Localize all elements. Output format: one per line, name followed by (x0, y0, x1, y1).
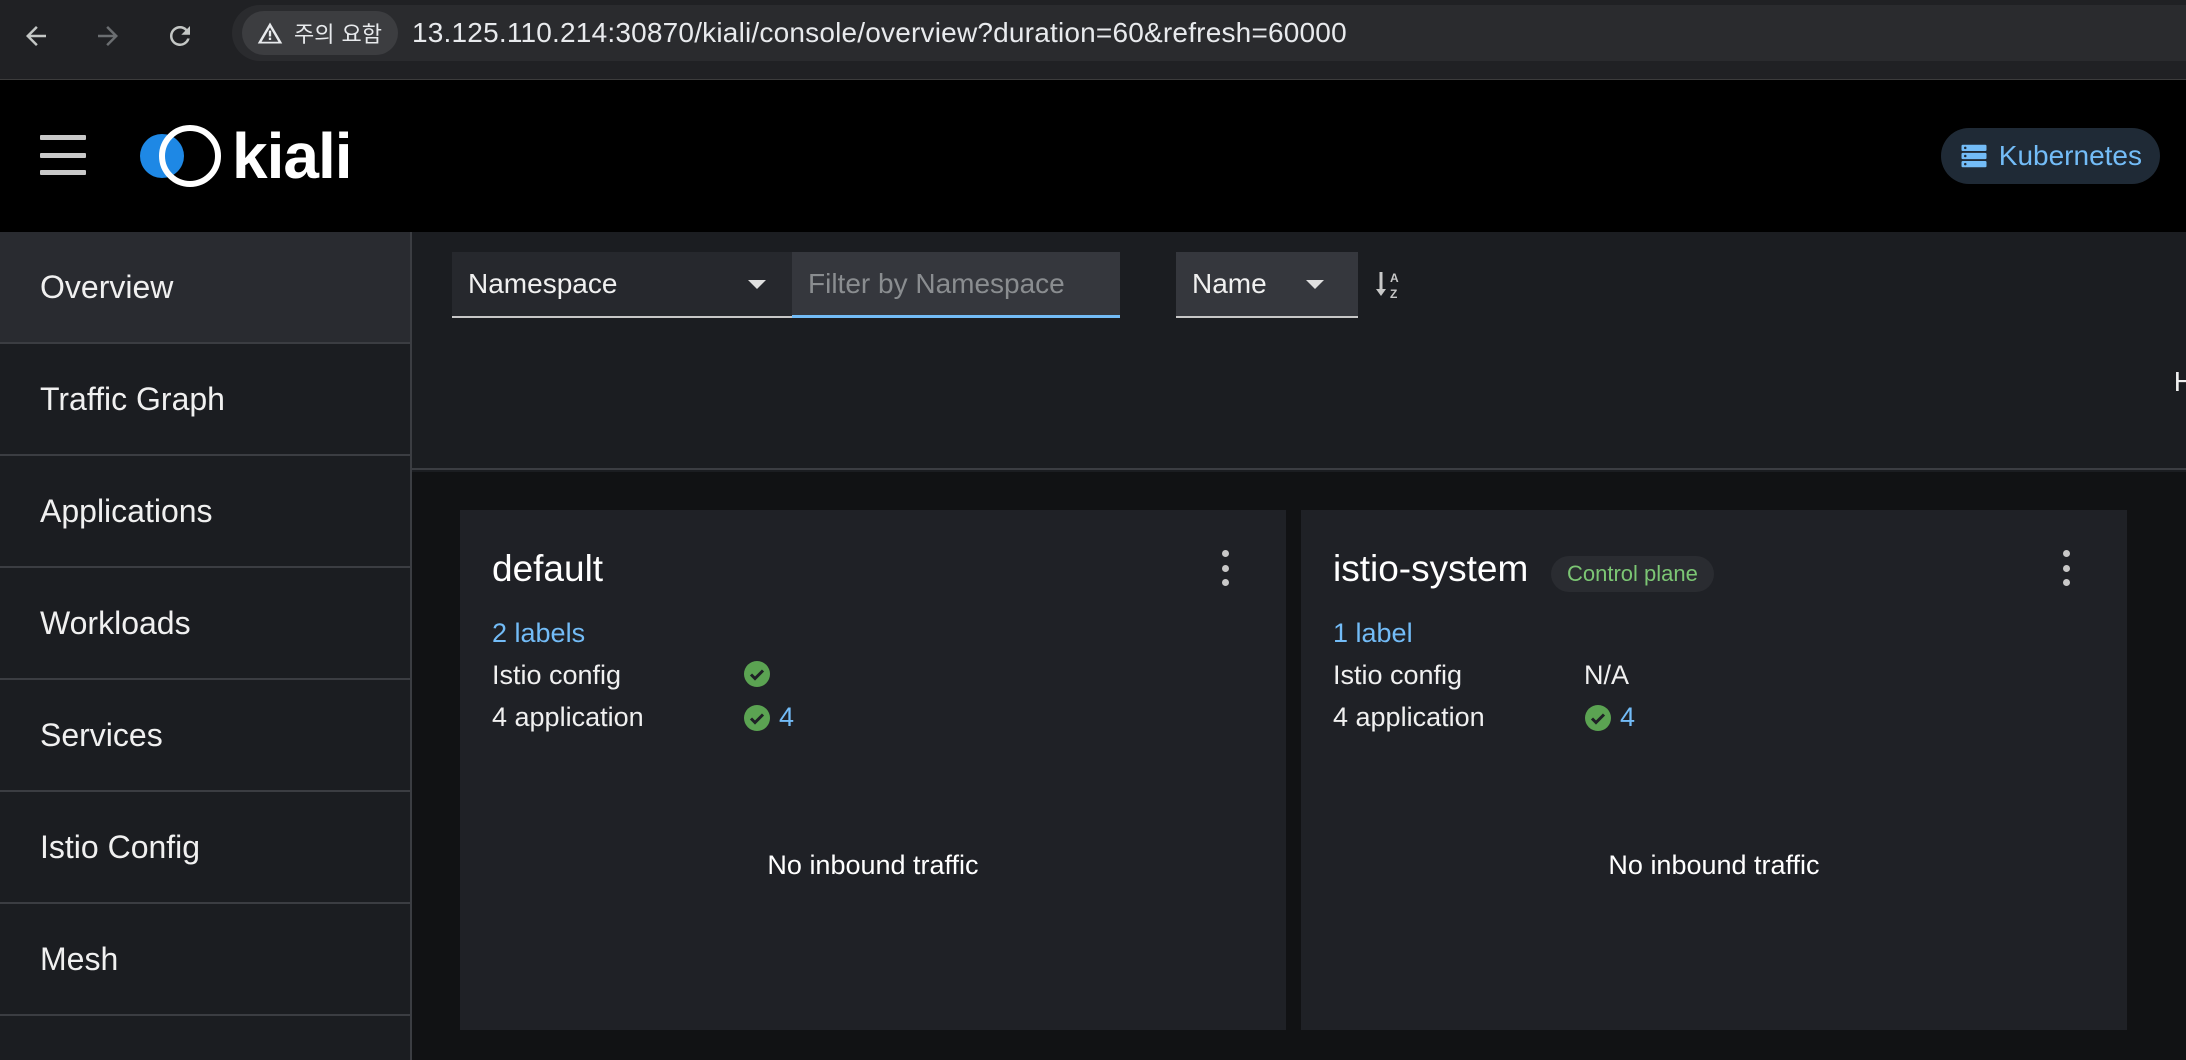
kebab-icon[interactable] (2059, 550, 2073, 586)
check-circle-icon (744, 661, 770, 687)
url-text[interactable]: 13.125.110.214:30870/kiali/console/overv… (412, 5, 1347, 61)
back-arrow-icon (26, 26, 46, 46)
filter-toolbar: Namespace Name A Z H (412, 232, 2186, 470)
clipped-toolbar-text: H (2173, 366, 2186, 397)
reload-icon (169, 25, 190, 46)
sort-field-select[interactable]: Name (1176, 252, 1358, 318)
forward-arrow-icon (98, 26, 118, 46)
applications-count-link[interactable]: 4 (779, 702, 794, 733)
overview-content: default 2 labels Istio config 4 applicat… (412, 472, 2186, 1060)
sidebar-nav: Overview Traffic Graph Applications Work… (0, 232, 412, 1060)
kiali-logo-icon (140, 125, 221, 187)
applications-count-link[interactable]: 4 (1620, 702, 1635, 733)
logo-text: kiali (232, 120, 353, 192)
applications-health[interactable]: 4 (1584, 702, 1635, 733)
sort-alpha-icon: A Z (1376, 271, 1399, 301)
kebab-icon[interactable] (1218, 550, 1232, 586)
sort-field-label: Name (1192, 268, 1267, 299)
url-path: :30870/kiali/console/overview?duration=6… (607, 17, 1347, 48)
istio-config-row: Istio config N/A (1333, 660, 1629, 691)
warning-icon (257, 22, 283, 44)
hamburger-icon[interactable] (40, 135, 86, 175)
chevron-down-icon (1306, 280, 1324, 289)
labels-link[interactable]: 1 label (1333, 618, 1413, 649)
filter-type-label: Namespace (468, 268, 618, 299)
address-bar[interactable]: 주의 요함 13.125.110.214:30870/kiali/console… (232, 5, 2186, 61)
chevron-down-icon (748, 280, 766, 289)
istio-config-label: Istio config (1333, 660, 1463, 690)
istio-config-row: Istio config (492, 660, 770, 691)
istio-config-label: Istio config (492, 660, 622, 690)
applications-row: 4 application 4 (492, 702, 794, 733)
sidebar-item-mesh[interactable]: Mesh (0, 904, 410, 1016)
sidebar-item-services[interactable]: Services (0, 680, 410, 792)
sort-direction-button[interactable]: A Z (1374, 268, 1410, 304)
namespace-title[interactable]: istio-system (1333, 548, 1528, 590)
control-plane-badge: Control plane (1551, 556, 1714, 592)
applications-health[interactable]: 4 (743, 702, 794, 733)
cluster-label: Kubernetes (1998, 140, 2142, 171)
istio-config-status[interactable] (743, 660, 771, 688)
labels-link[interactable]: 2 labels (492, 618, 585, 649)
check-circle-icon (744, 704, 770, 731)
traffic-status: No inbound traffic (767, 850, 979, 880)
applications-row: 4 application 4 (1333, 702, 1635, 733)
namespace-card-istio-system: istio-system Control plane 1 label Istio… (1301, 510, 2127, 1030)
sidebar-item-applications[interactable]: Applications (0, 456, 410, 568)
sidebar-item-workloads[interactable]: Workloads (0, 568, 410, 680)
sidebar-item-overview[interactable]: Overview (0, 232, 410, 344)
security-indicator[interactable]: 주의 요함 (242, 11, 398, 55)
traffic-status: No inbound traffic (1608, 850, 1820, 880)
check-circle-icon (1585, 704, 1611, 731)
svg-text:A: A (1390, 271, 1399, 285)
kiali-logo[interactable]: kiali (134, 120, 353, 192)
forward-button[interactable] (84, 12, 132, 60)
sidebar-item-traffic-graph[interactable]: Traffic Graph (0, 344, 410, 456)
applications-label: 4 application (492, 702, 644, 732)
namespace-card-default: default 2 labels Istio config 4 applicat… (460, 510, 1286, 1030)
istio-config-value: N/A (1584, 660, 1630, 690)
browser-toolbar: 주의 요함 13.125.110.214:30870/kiali/console… (0, 0, 2186, 80)
back-button[interactable] (12, 12, 60, 60)
namespace-title[interactable]: default (492, 548, 603, 590)
reload-button[interactable] (156, 12, 204, 60)
filter-type-select[interactable]: Namespace (452, 252, 794, 318)
url-host: 13.125.110.214 (412, 17, 608, 48)
sidebar-item-istio-config[interactable]: Istio Config (0, 792, 410, 904)
cluster-badge[interactable]: Kubernetes (1940, 128, 2160, 184)
server-icon (1961, 144, 1987, 168)
svg-text:Z: Z (1390, 287, 1397, 301)
namespace-filter-input[interactable] (792, 252, 1120, 318)
applications-label: 4 application (1333, 702, 1485, 732)
masthead: kiali Kubernetes (0, 80, 2186, 232)
security-label: 주의 요함 (294, 23, 382, 48)
